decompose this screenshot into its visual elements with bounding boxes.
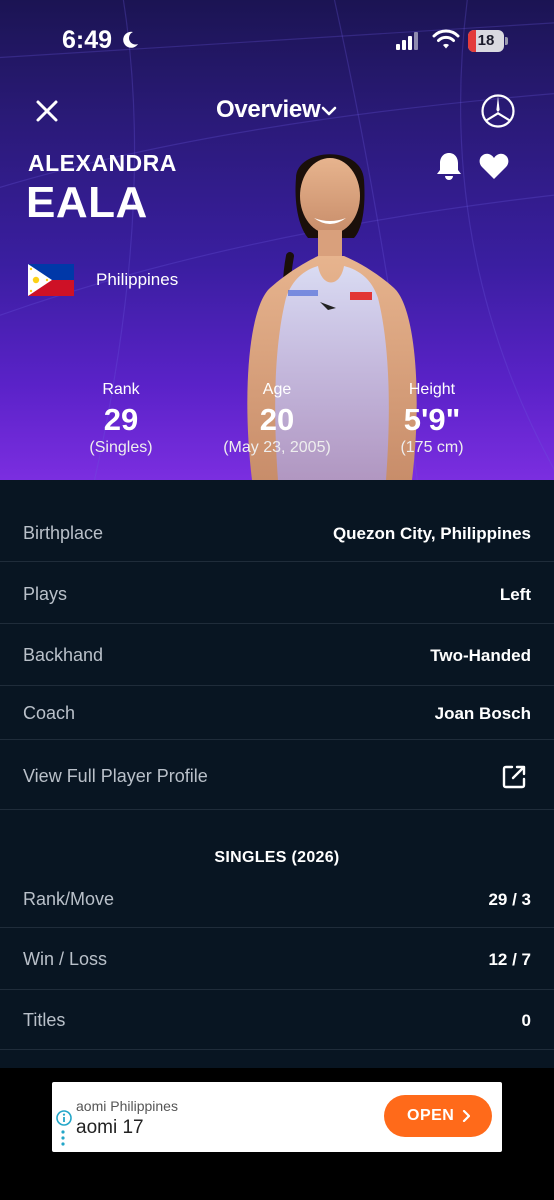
stat-age-label: Age: [262, 381, 292, 398]
more-options-icon[interactable]: [61, 1130, 65, 1146]
stat-height: Height 5'9" (175 cm): [382, 381, 482, 457]
player-country: Philippines: [96, 270, 179, 289]
detail-row-plays: Plays Left: [0, 562, 554, 624]
ad-advertiser: aomi Philippines: [76, 1098, 178, 1114]
stat-rank-value: 29: [103, 402, 139, 437]
stat-height-value: 5'9": [403, 402, 461, 437]
chevron-right-icon: [462, 1110, 470, 1122]
stat-age-value: 20: [259, 402, 295, 437]
ad-title: aomi 17: [76, 1117, 144, 1138]
singles-value: 0: [521, 1011, 531, 1030]
mercedes-logo-icon: [481, 94, 515, 128]
singles-label: Rank/Move: [23, 889, 115, 909]
ad-banner[interactable]: aomi Philippines aomi 17 OPEN: [52, 1082, 502, 1152]
detail-value: Quezon City, Philippines: [332, 524, 531, 543]
close-icon[interactable]: [32, 96, 62, 126]
detail-label: Birthplace: [23, 523, 104, 543]
moon-icon: [123, 31, 138, 48]
stat-age: Age 20 (May 23, 2005): [207, 381, 347, 457]
overview-dropdown[interactable]: Overview: [216, 96, 321, 124]
player-first-name: ALEXANDRA: [28, 150, 177, 176]
chevron-down-icon[interactable]: [320, 104, 338, 118]
stat-height-label: Height: [408, 381, 456, 398]
detail-row-birthplace: Birthplace Quezon City, Philippines: [0, 480, 554, 562]
battery-tip: [505, 37, 508, 45]
singles-value: 29 / 3: [488, 890, 531, 909]
singles-row-rank-move: Rank/Move 29 / 3: [0, 868, 554, 928]
player-last-name: EALA: [26, 178, 148, 227]
detail-value: Left: [499, 585, 531, 604]
view-full-profile-link[interactable]: View Full Player Profile: [0, 740, 554, 810]
stat-height-sub: (175 cm): [400, 439, 464, 456]
singles-label: Win / Loss: [23, 949, 108, 969]
status-time: 6:49: [62, 26, 113, 54]
view-full-profile-label: View Full Player Profile: [23, 766, 208, 786]
ad-open-label: OPEN: [407, 1107, 455, 1124]
external-link-icon[interactable]: [500, 763, 528, 791]
singles-section-title: SINGLES (2026): [214, 849, 340, 866]
detail-row-backhand: Backhand Two-Handed: [0, 624, 554, 686]
wifi-icon: [432, 29, 460, 49]
status-bar: 6:49 18: [0, 0, 554, 84]
detail-label: Plays: [23, 584, 68, 604]
detail-row-coach: Coach Joan Bosch: [0, 686, 554, 740]
stat-rank-label: Rank: [102, 381, 140, 398]
bell-icon[interactable]: [434, 150, 464, 182]
detail-label: Backhand: [23, 645, 104, 665]
singles-row-titles: Titles 0: [0, 990, 554, 1050]
battery-indicator: 18: [468, 30, 508, 52]
detail-label: Coach: [23, 703, 76, 723]
signal-icon: [396, 32, 418, 50]
info-icon[interactable]: [56, 1110, 72, 1126]
stat-age-sub: (May 23, 2005): [223, 439, 331, 456]
detail-value: Joan Bosch: [434, 704, 531, 723]
detail-value: Two-Handed: [430, 646, 531, 665]
singles-value: 12 / 7: [488, 950, 531, 969]
stat-rank-sub: (Singles): [89, 439, 153, 456]
singles-row-win-loss: Win / Loss 12 / 7: [0, 928, 554, 990]
heart-icon[interactable]: [478, 151, 510, 181]
stat-rank: Rank 29 (Singles): [70, 381, 172, 457]
battery-level: 18: [477, 32, 495, 49]
ad-open-button[interactable]: OPEN: [384, 1095, 492, 1137]
philippines-flag-icon: [28, 264, 74, 296]
player-info-panel: Birthplace Quezon City, Philippines Play…: [0, 480, 554, 1068]
singles-label: Titles: [23, 1010, 66, 1030]
